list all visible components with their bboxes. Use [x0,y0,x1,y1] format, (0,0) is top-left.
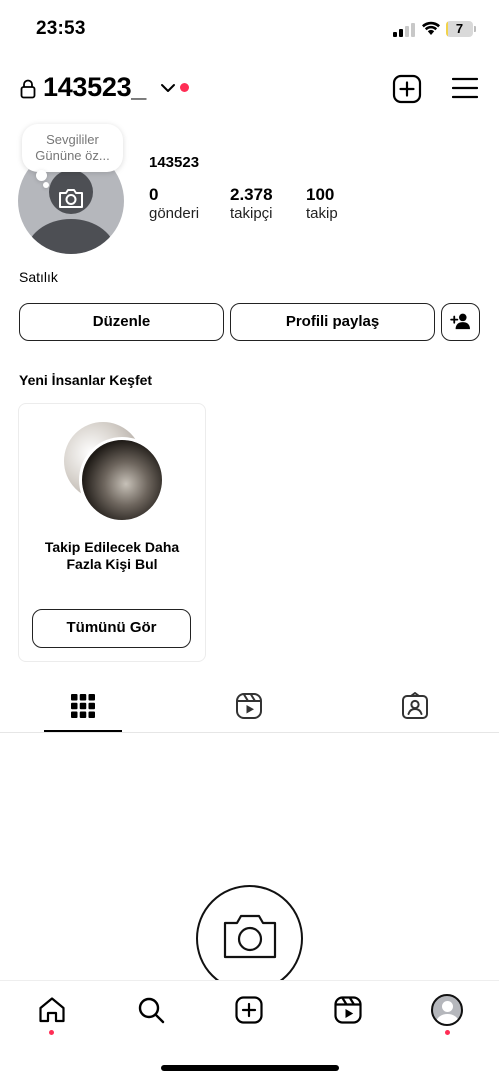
note-tail-small [43,182,49,188]
tagged-icon[interactable] [401,692,429,720]
followers-count[interactable]: 2.378 [230,185,273,205]
hamburger-menu-icon[interactable] [452,77,478,99]
followers-label[interactable]: takipçi [230,205,273,222]
profile-username[interactable]: 143523_ [43,72,146,103]
edit-profile-button[interactable]: Düzenle [19,303,224,341]
battery-icon: 7 [446,21,476,37]
notification-dot [180,83,189,92]
discover-people-button[interactable] [441,303,480,341]
note-tail [36,170,47,181]
profile-note-bubble[interactable]: Sevgililer Gününe öz... [22,124,123,172]
profile-avatar[interactable] [431,994,463,1026]
status-time: 23:53 [36,18,86,39]
search-icon[interactable] [136,995,166,1025]
reels-icon[interactable] [333,995,363,1025]
home-indicator [161,1065,339,1071]
home-notification-dot [49,1030,54,1035]
display-name: 143523 [149,154,200,171]
grid-icon[interactable] [69,692,97,720]
share-profile-button[interactable]: Profili paylaş [230,303,435,341]
person-plus-icon [449,313,470,330]
posts-count: 0 [149,185,159,204]
tab-divider [0,732,499,733]
following-label[interactable]: takip [306,205,338,222]
discover-title: Yeni İnsanlar Keşfet [19,372,153,388]
suggestion-photo-2 [79,437,165,523]
profile-bio: Satılık [19,269,58,285]
following-count[interactable]: 100 [306,185,334,205]
create-icon[interactable] [234,995,264,1025]
signal-icon [393,23,415,37]
reels-icon[interactable] [235,692,263,720]
home-icon[interactable] [37,995,67,1025]
note-line-2: Gününe öz... [35,148,110,163]
camera-icon [223,914,277,959]
battery-level: 7 [455,21,464,36]
lock-icon [20,79,36,99]
suggestion-card-text: Takip Edilecek Daha Fazla Kişi Bul [44,539,180,572]
profile-notification-dot [445,1030,450,1035]
chevron-down-icon[interactable] [160,82,176,94]
see-all-button[interactable]: Tümünü Gör [32,609,191,648]
camera-icon [59,189,83,208]
wifi-icon [422,21,440,35]
note-line-1: Sevgililer [46,132,99,147]
plus-square-icon[interactable] [392,74,422,104]
posts-label: gönderi [149,205,200,222]
